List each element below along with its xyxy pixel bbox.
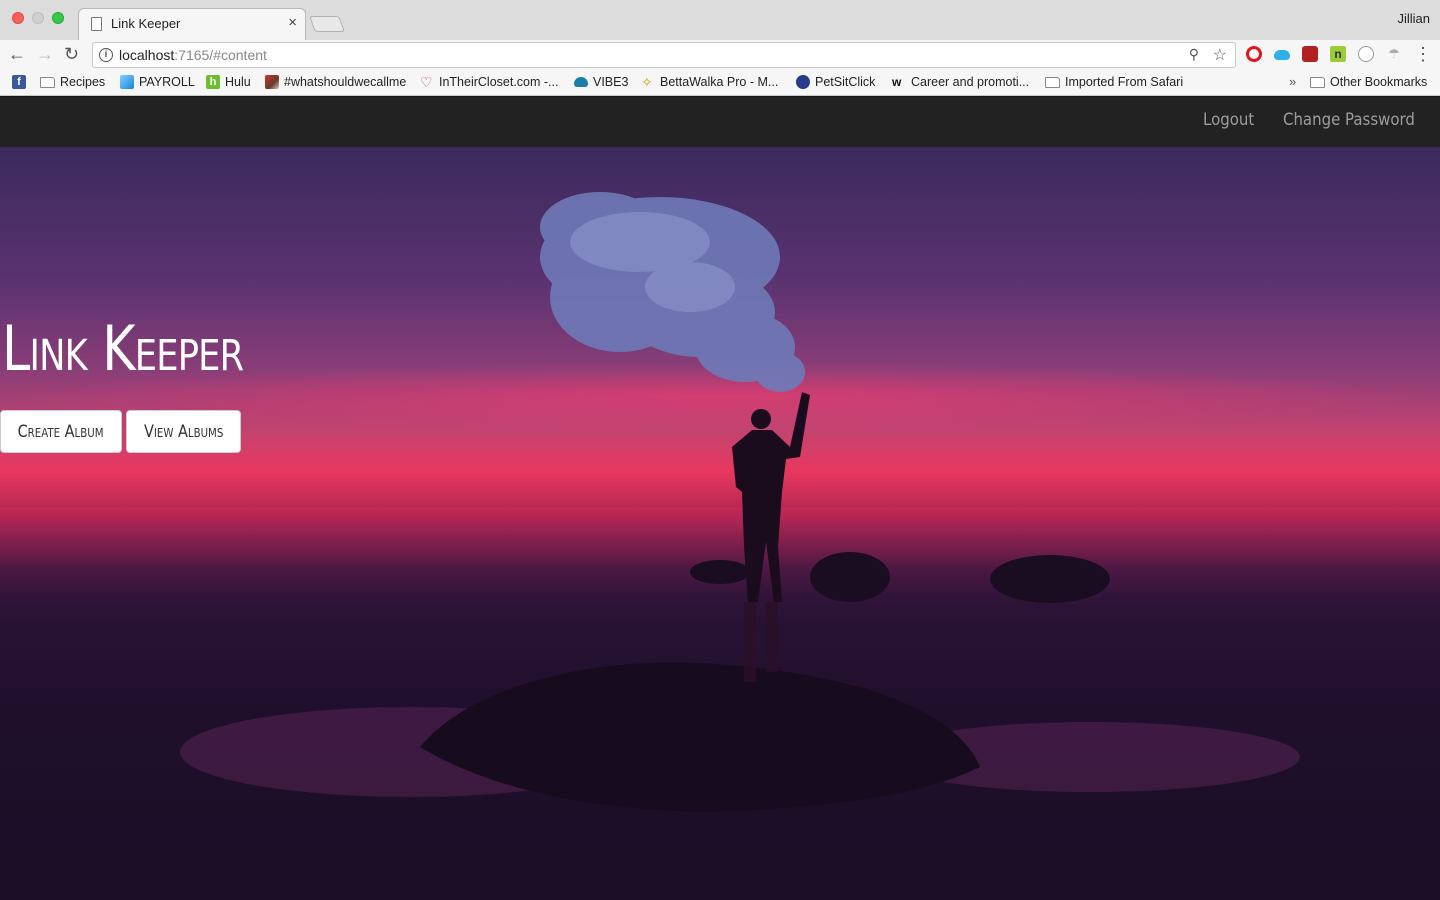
bookmark-label: InTheirCloset.com -... (439, 75, 559, 89)
info-icon[interactable]: i (99, 48, 113, 62)
petsitclick-icon (796, 75, 810, 89)
n-extension-icon[interactable]: n (1330, 46, 1346, 62)
bookmark-star-icon[interactable]: ☆ (1213, 45, 1227, 65)
bookmark-label: PAYROLL (139, 75, 195, 89)
bookmark-label: Career and promoti... (911, 75, 1030, 89)
bookmarks-overflow-icon[interactable]: » (1289, 74, 1296, 89)
bookmark-facebook[interactable]: f (12, 75, 31, 89)
browser-tab-active[interactable]: Link Keeper × (78, 8, 306, 40)
address-url[interactable]: localhost:7165/#content (119, 47, 267, 63)
back-arrow-icon[interactable]: ← (8, 44, 26, 64)
bookmark-career[interactable]: w Career and promoti... (892, 75, 1029, 89)
bookmark-other-bookmarks[interactable]: Other Bookmarks (1310, 75, 1427, 89)
bookmark-label: Hulu (225, 75, 251, 89)
hero-background-image (420, 192, 1110, 812)
bookmark-label: Recipes (60, 75, 106, 89)
payroll-icon (120, 75, 134, 89)
bookmark-payroll[interactable]: PAYROLL (120, 75, 195, 89)
change-password-link[interactable]: Change Password (1283, 110, 1415, 130)
opera-extension-icon[interactable] (1246, 46, 1262, 62)
maximize-window-button[interactable] (52, 12, 64, 24)
facebook-icon: f (12, 75, 26, 89)
folder-icon (40, 76, 55, 88)
page-title: Link Keeper (2, 312, 244, 385)
walker-icon: ✧ (641, 74, 653, 90)
bookmark-whatshouldwecallme[interactable]: #whatshouldwecallme (265, 75, 406, 89)
bookmark-imported-from-safari[interactable]: Imported From Safari (1045, 75, 1183, 89)
view-albums-button[interactable]: View Albums (126, 410, 241, 453)
bookmarks-bar: f Recipes PAYROLL h Hulu #whatshouldwecal… (0, 70, 1440, 96)
minimize-window-button[interactable] (32, 12, 44, 24)
cloud-extension-icon[interactable] (1274, 50, 1290, 60)
url-host: localhost (119, 47, 175, 63)
browser-tabstrip: Link Keeper × Jillian (0, 0, 1440, 40)
image-icon (265, 75, 279, 89)
app-navbar: Logout Change Password (0, 97, 1440, 147)
url-path: :7165/#content (174, 47, 267, 63)
hulu-icon: h (206, 75, 220, 89)
browser-toolbar: ← → ↻ i localhost:7165/#content ⚲ ☆ n ☂ … (0, 40, 1440, 70)
create-album-button[interactable]: Create Album (0, 410, 122, 453)
forward-arrow-icon[interactable]: → (36, 44, 54, 64)
reload-icon[interactable]: ↻ (64, 44, 79, 64)
bookmark-label: VIBE3 (593, 75, 629, 89)
page-icon (91, 17, 102, 31)
bookmark-petsitclick[interactable]: PetSitClick (796, 75, 875, 89)
new-tab-button[interactable] (309, 16, 345, 32)
circle-extension-icon[interactable] (1358, 46, 1374, 62)
bookmark-label: PetSitClick (815, 75, 876, 89)
create-album-label: Create Album (18, 421, 104, 442)
folder-icon (1310, 76, 1325, 88)
w-icon: w (892, 75, 902, 89)
bookmark-bettawalka[interactable]: ✧ BettaWalka Pro - M... (641, 75, 778, 89)
tab-close-icon[interactable]: × (288, 14, 297, 31)
bookmark-vibe3[interactable]: VIBE3 (574, 75, 628, 89)
close-window-button[interactable] (12, 12, 24, 24)
cloud-icon (574, 77, 588, 87)
bookmark-label: BettaWalka Pro - M... (660, 75, 779, 89)
palm-extension-icon[interactable]: ☂ (1386, 46, 1402, 62)
view-albums-label: View Albums (143, 421, 224, 442)
hat-extension-icon[interactable] (1302, 46, 1318, 62)
profile-name[interactable]: Jillian (1397, 11, 1430, 26)
address-bar[interactable]: i localhost:7165/#content ⚲ ☆ (92, 42, 1236, 68)
bookmark-label: Imported From Safari (1065, 75, 1184, 89)
bookmark-label: Other Bookmarks (1330, 75, 1428, 89)
bookmark-recipes[interactable]: Recipes (40, 75, 105, 89)
logout-link[interactable]: Logout (1203, 110, 1254, 130)
bookmark-intheircloset[interactable]: ♡ InTheirCloset.com -... (420, 75, 558, 89)
bookmark-hulu[interactable]: h Hulu (206, 75, 251, 89)
folder-icon (1045, 76, 1060, 88)
hero-section: Link Keeper Create Album View Albums (0, 147, 1440, 900)
bookmark-label: #whatshouldwecallme (284, 75, 407, 89)
heart-icon: ♡ (420, 74, 433, 90)
browser-menu-icon[interactable]: ⋮ (1414, 44, 1432, 64)
key-icon[interactable]: ⚲ (1189, 46, 1199, 63)
tab-title: Link Keeper (111, 16, 181, 31)
